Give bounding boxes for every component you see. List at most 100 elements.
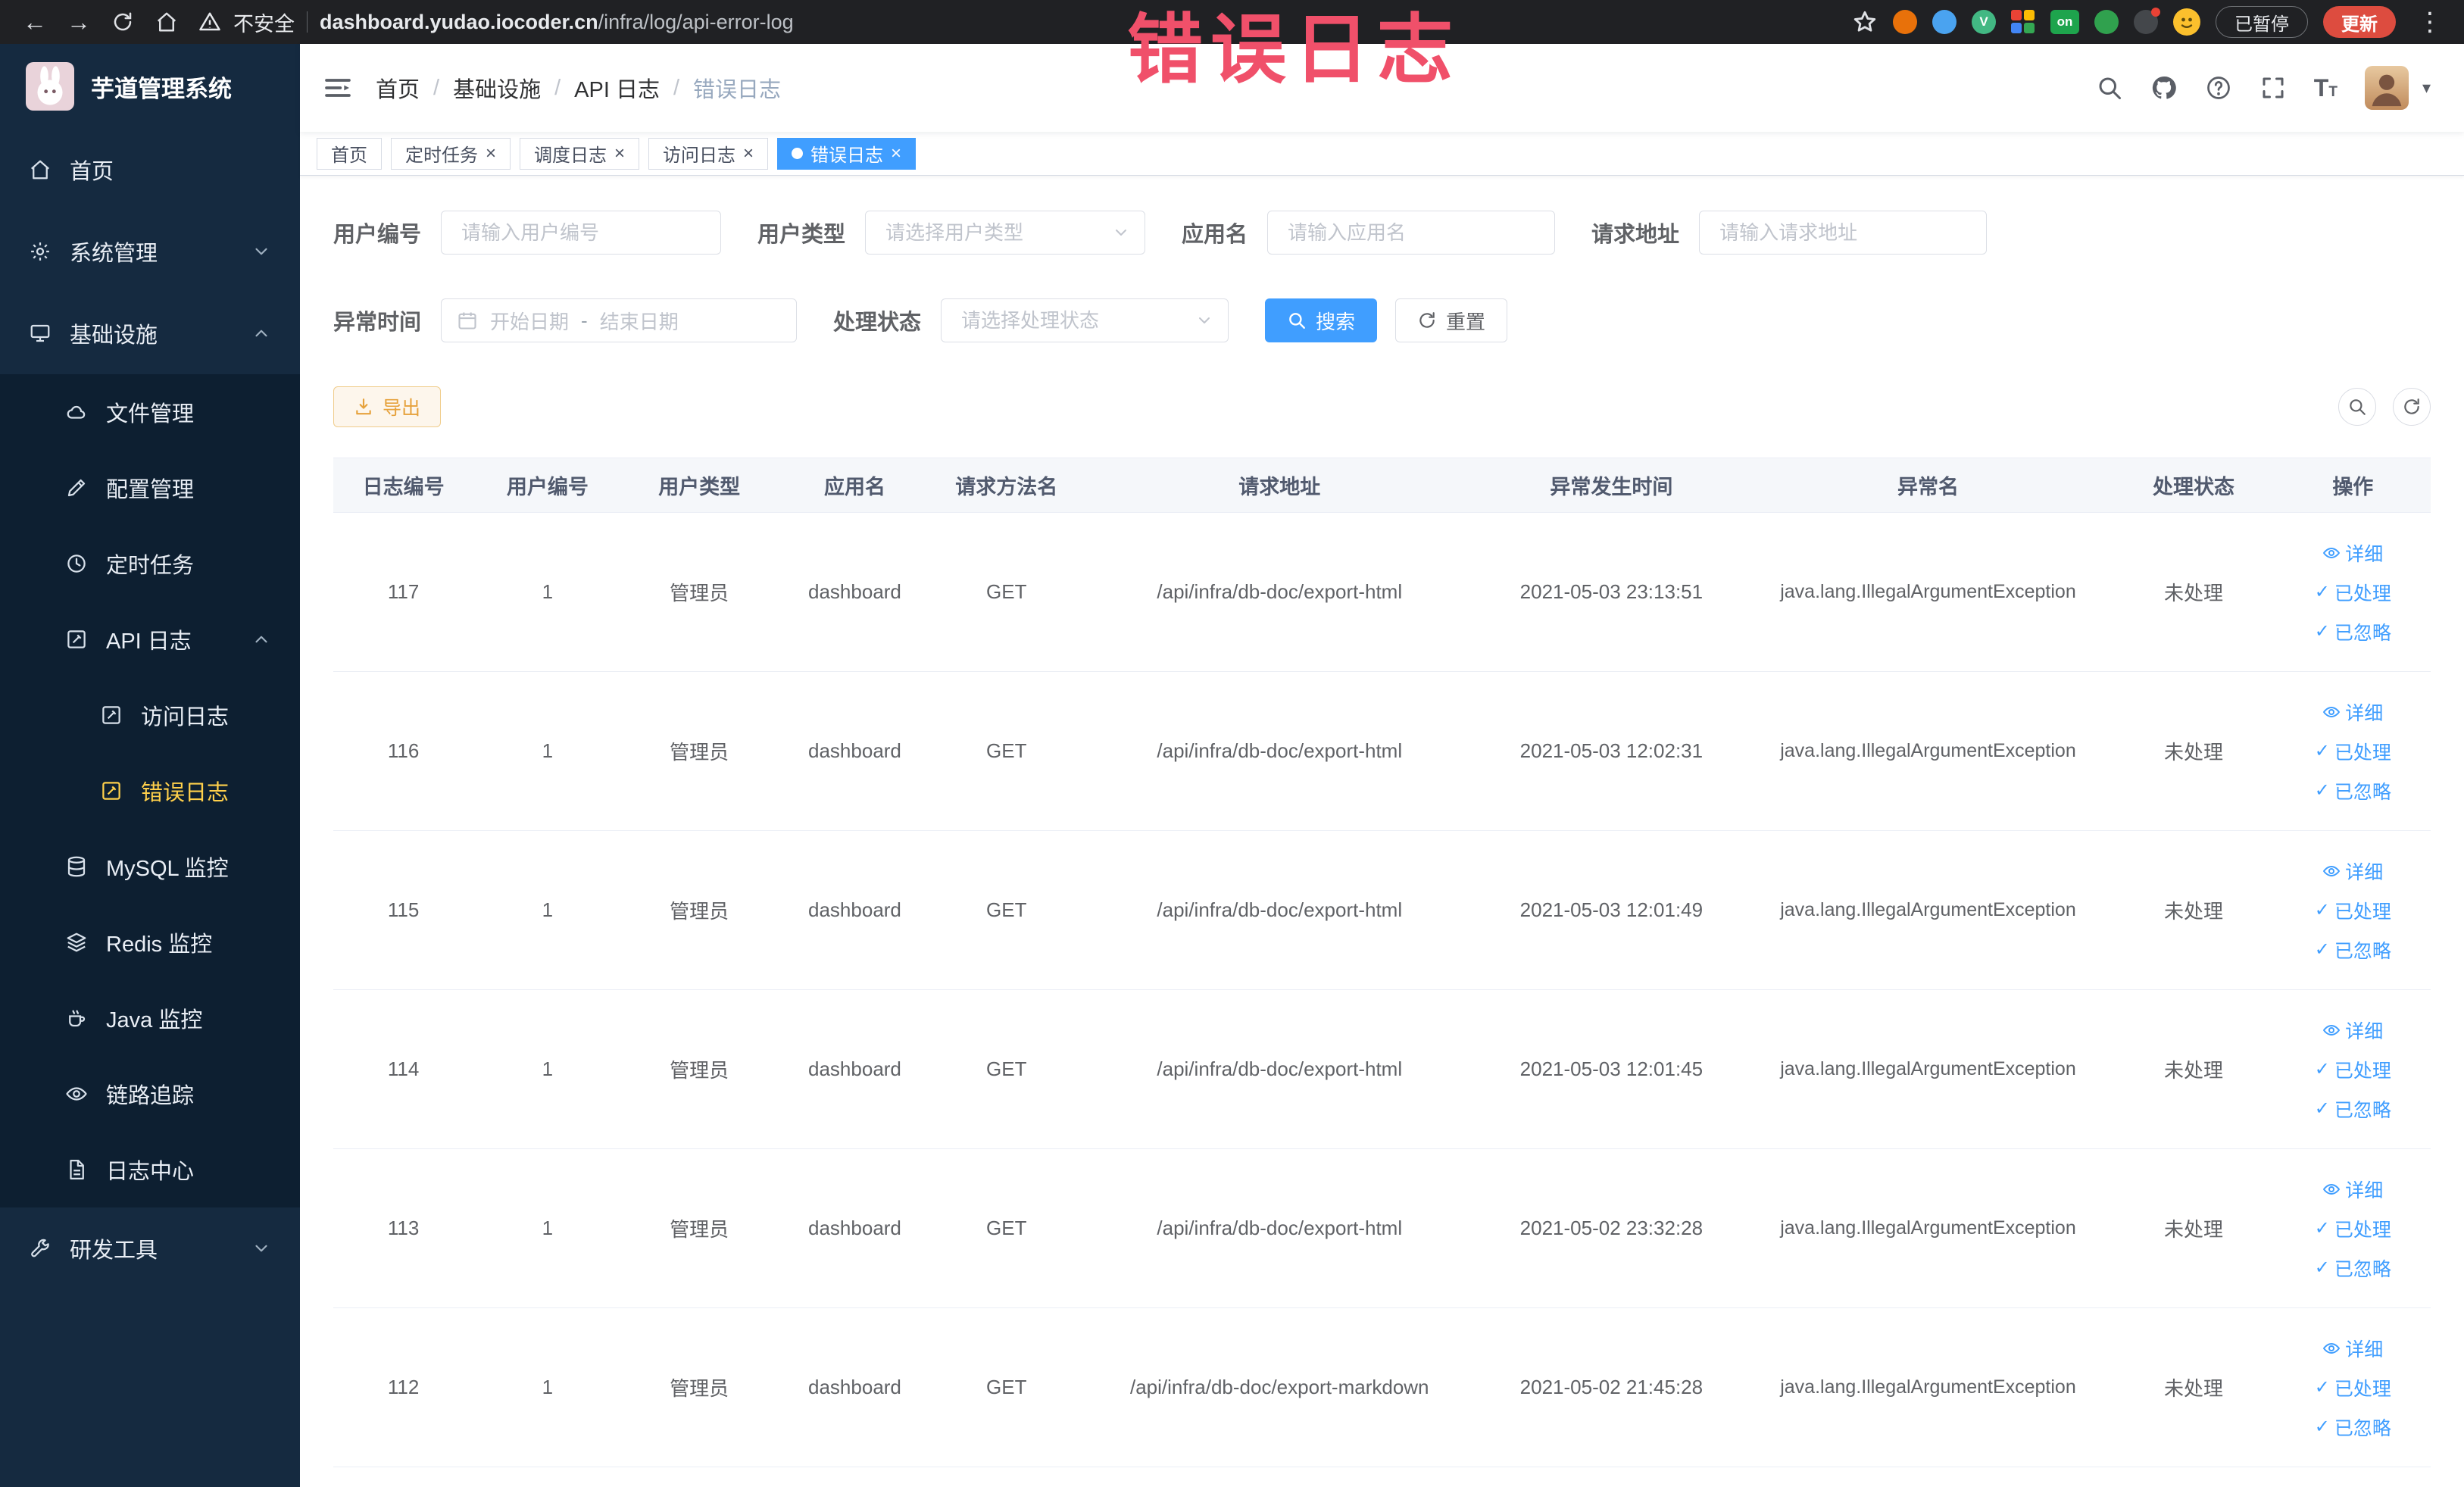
sidebar-item-home[interactable]: 首页: [0, 129, 300, 211]
tab-access-log[interactable]: 访问日志 ×: [648, 137, 769, 170]
tab-dispatch-log[interactable]: 调度日志 ×: [520, 137, 640, 170]
tab-scheduled-jobs[interactable]: 定时任务 ×: [391, 137, 511, 170]
mark-processed-link[interactable]: ✓ 已处理: [2315, 1374, 2391, 1401]
mark-ignored-link[interactable]: ✓ 已忽略: [2315, 618, 2391, 645]
address-bar[interactable]: 不安全 dashboard.yudao.iocoder.cn/infra/log…: [198, 8, 794, 37]
mark-processed-link[interactable]: ✓ 已处理: [2315, 738, 2391, 765]
sidebar-item-infra[interactable]: 基础设施: [0, 292, 300, 374]
cell-exception-time: 2021-05-03 12:02:31: [1479, 671, 1744, 831]
cell-request-url: /api/infra/db-doc/export-html: [1080, 512, 1479, 672]
reset-button[interactable]: 重置: [1395, 298, 1508, 342]
tab-home[interactable]: 首页: [317, 137, 382, 170]
extension-icon-blue-drop[interactable]: [1932, 10, 1957, 34]
mark-processed-link[interactable]: ✓ 已处理: [2315, 579, 2391, 606]
extension-icon-vue[interactable]: V: [1972, 10, 1996, 34]
process-status-select[interactable]: [941, 298, 1229, 342]
extension-icon-paw[interactable]: [2134, 8, 2160, 34]
bookmark-star-icon[interactable]: [1852, 9, 1878, 35]
breadcrumb-api-log[interactable]: API 日志: [574, 72, 660, 104]
search-icon[interactable]: [2096, 74, 2123, 102]
cell-log-id: 116: [333, 671, 474, 831]
sidebar-item-api-log[interactable]: API 日志: [0, 601, 300, 677]
check-icon: ✓: [2314, 1098, 2330, 1119]
mark-processed-link[interactable]: ✓ 已处理: [2315, 897, 2391, 924]
request-url-input[interactable]: [1699, 211, 1988, 255]
database-icon: [65, 855, 88, 878]
sidebar-item-log-center[interactable]: 日志中心: [0, 1132, 300, 1207]
detail-link[interactable]: 详细: [2322, 1335, 2383, 1362]
cell-user-type: 管理员: [621, 830, 777, 990]
sidebar-item-access-log[interactable]: 访问日志: [0, 677, 300, 753]
sidebar-item-redis-monitor[interactable]: Redis 监控: [0, 904, 300, 980]
detail-link[interactable]: 详细: [2322, 858, 2383, 885]
sidebar-item-error-log[interactable]: 错误日志: [0, 753, 300, 829]
close-icon[interactable]: ×: [486, 144, 496, 163]
cell-user-id: 1: [473, 1307, 622, 1467]
cell-exception-name: java.lang.IllegalArgumentException: [1744, 1307, 2113, 1467]
browser-back-icon[interactable]: ←: [15, 5, 55, 39]
sidebar-item-system[interactable]: 系统管理: [0, 211, 300, 292]
app-logo[interactable]: 芋道管理系统: [0, 44, 300, 129]
font-size-icon[interactable]: TT: [2314, 76, 2338, 100]
fullscreen-icon[interactable]: [2259, 74, 2287, 102]
mark-ignored-link[interactable]: ✓ 已忽略: [2315, 936, 2391, 964]
mark-processed-link[interactable]: ✓ 已处理: [2315, 1215, 2391, 1242]
update-button[interactable]: 更新: [2323, 6, 2396, 38]
col-exception-time: 异常发生时间: [1479, 458, 1744, 513]
cell-request-url: /api/infra/db-doc/export-html: [1080, 671, 1479, 831]
cell-app-name: dashboard: [776, 512, 933, 672]
sidebar-fold-icon[interactable]: [323, 73, 353, 103]
sidebar: 芋道管理系统 首页 系统管理 基础设施 文件管理 配置管理 定时任务 API 日…: [0, 44, 300, 1487]
breadcrumb-home[interactable]: 首页: [376, 72, 420, 104]
help-icon[interactable]: [2205, 74, 2232, 102]
detail-link[interactable]: 详细: [2322, 1176, 2383, 1203]
close-icon[interactable]: ×: [743, 144, 754, 163]
monitor-icon: [29, 322, 52, 345]
mark-ignored-link[interactable]: ✓ 已忽略: [2315, 777, 2391, 804]
cell-user-id: 1: [473, 1148, 622, 1308]
cell-app-name: dashboard: [776, 830, 933, 990]
browser-home-icon[interactable]: [147, 5, 186, 39]
browser-menu-icon[interactable]: ⋮: [2411, 7, 2449, 37]
sidebar-item-file-manage[interactable]: 文件管理: [0, 374, 300, 450]
app-name-input[interactable]: [1267, 211, 1556, 255]
paused-button[interactable]: 已暂停: [2216, 6, 2308, 38]
export-button[interactable]: 导出: [333, 386, 442, 427]
mark-processed-link[interactable]: ✓ 已处理: [2315, 1056, 2391, 1083]
tab-error-log[interactable]: 错误日志 ×: [777, 137, 917, 170]
detail-link[interactable]: 详细: [2322, 539, 2383, 567]
cell-exception-name: java.lang.IllegalArgumentException: [1744, 512, 2113, 672]
avatar[interactable]: [2364, 66, 2409, 110]
extension-icon-leaf[interactable]: [2094, 10, 2119, 34]
sidebar-item-scheduled-jobs[interactable]: 定时任务: [0, 526, 300, 601]
refresh-button[interactable]: [2393, 388, 2431, 426]
exception-time-range-picker[interactable]: 开始日期 - 结束日期: [441, 298, 798, 342]
detail-link[interactable]: 详细: [2322, 1017, 2383, 1044]
chevron-down-icon: [251, 1239, 271, 1258]
close-icon[interactable]: ×: [614, 144, 625, 163]
browser-forward-icon[interactable]: →: [59, 5, 98, 39]
hide-search-button[interactable]: [2338, 388, 2376, 426]
cell-log-id: 115: [333, 830, 474, 990]
github-icon[interactable]: [2150, 74, 2178, 102]
sidebar-item-mysql-monitor[interactable]: MySQL 监控: [0, 829, 300, 904]
extension-icon-orange[interactable]: [1893, 10, 1917, 34]
sidebar-item-java-monitor[interactable]: Java 监控: [0, 980, 300, 1056]
mark-ignored-link[interactable]: ✓ 已忽略: [2315, 1414, 2391, 1441]
sidebar-item-config-manage[interactable]: 配置管理: [0, 450, 300, 526]
close-icon[interactable]: ×: [891, 144, 901, 163]
extension-icon-on-badge[interactable]: on: [2050, 10, 2079, 34]
sidebar-item-dev-tools[interactable]: 研发工具: [0, 1207, 300, 1289]
user-type-select[interactable]: [865, 211, 1146, 255]
user-id-input[interactable]: [441, 211, 722, 255]
extension-icon-blocks[interactable]: [2011, 10, 2035, 34]
browser-reload-icon[interactable]: [103, 5, 142, 39]
browser-profile-avatar[interactable]: [2173, 8, 2200, 36]
mark-ignored-link[interactable]: ✓ 已忽略: [2315, 1254, 2391, 1282]
mark-ignored-link[interactable]: ✓ 已忽略: [2315, 1095, 2391, 1123]
search-button[interactable]: 搜索: [1265, 298, 1378, 342]
chevron-down-icon[interactable]: ▾: [2422, 78, 2431, 98]
sidebar-item-link-trace[interactable]: 链路追踪: [0, 1056, 300, 1132]
detail-link[interactable]: 详细: [2322, 698, 2383, 726]
breadcrumb-infra[interactable]: 基础设施: [453, 72, 541, 104]
